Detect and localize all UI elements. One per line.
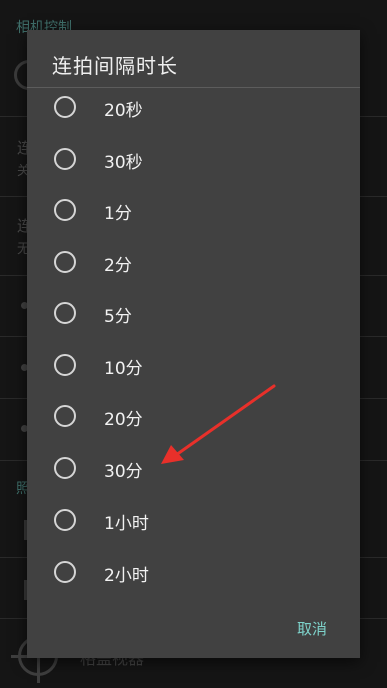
radio-unchecked-icon[interactable]	[54, 96, 76, 118]
option-20s[interactable]: 20秒	[27, 82, 360, 132]
radio-unchecked-icon[interactable]	[54, 199, 76, 221]
option-10m[interactable]: 10分	[27, 340, 360, 390]
radio-unchecked-icon[interactable]	[54, 302, 76, 324]
option-1h[interactable]: 1小时	[27, 495, 360, 545]
option-30m[interactable]: 30分	[27, 443, 360, 493]
radio-unchecked-icon[interactable]	[54, 561, 76, 583]
option-label: 5分	[104, 307, 132, 327]
option-20m[interactable]: 20分	[27, 391, 360, 441]
option-label: 2分	[104, 256, 132, 276]
radio-unchecked-icon[interactable]	[54, 405, 76, 427]
option-2m[interactable]: 2分	[27, 237, 360, 287]
radio-unchecked-icon[interactable]	[54, 251, 76, 273]
option-label: 30秒	[104, 153, 143, 173]
dialog-title: 连拍间隔时长	[52, 54, 178, 78]
radio-unchecked-icon[interactable]	[54, 509, 76, 531]
interval-picker-dialog: 连拍间隔时长 20秒 30秒 1分 2分 5分 10分 20分 30分 1小时 …	[27, 30, 360, 658]
option-label: 1小时	[104, 514, 149, 534]
option-30s[interactable]: 30秒	[27, 134, 360, 184]
option-label: 20秒	[104, 101, 143, 121]
cancel-button[interactable]: 取消	[297, 618, 327, 639]
radio-unchecked-icon[interactable]	[54, 148, 76, 170]
radio-unchecked-icon[interactable]	[54, 354, 76, 376]
option-label: 30分	[104, 462, 143, 482]
option-1m[interactable]: 1分	[27, 185, 360, 235]
option-label: 2小时	[104, 566, 149, 586]
option-label: 10分	[104, 359, 143, 379]
option-label: 1分	[104, 204, 132, 224]
radio-unchecked-icon[interactable]	[54, 457, 76, 479]
option-2h[interactable]: 2小时	[27, 547, 360, 597]
option-5m[interactable]: 5分	[27, 288, 360, 338]
option-label: 20分	[104, 410, 143, 430]
